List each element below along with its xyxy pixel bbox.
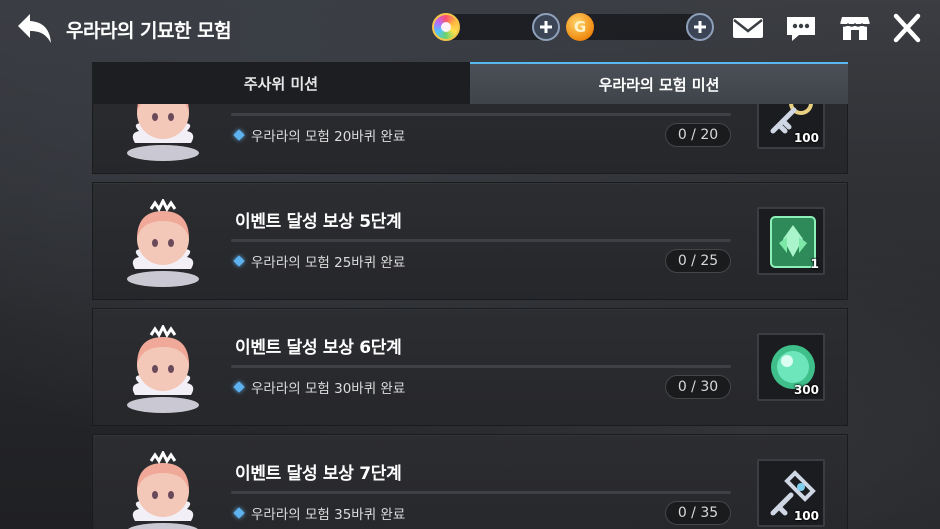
shop-icon[interactable] — [838, 12, 872, 44]
mission-progress: 0 / 20 — [665, 123, 731, 147]
page-title: 우라라의 기묘한 모험 — [66, 20, 232, 42]
mail-icon[interactable] — [731, 12, 765, 44]
mission-progress: 0 / 35 — [665, 501, 731, 525]
mission-task-label: 우라라의 모험 25바퀴 완료 — [251, 255, 406, 271]
back-arrow-icon[interactable] — [16, 10, 54, 46]
close-icon[interactable] — [890, 12, 924, 44]
add-gem-button[interactable] — [532, 13, 560, 41]
add-gold-button[interactable] — [686, 13, 714, 41]
mission-card: 이벤트 달성 보상 7단계 우라라의 모험 35바퀴 완료 0 / 35 100 — [92, 434, 848, 529]
mission-card: 우라라의 모험 20바퀴 완료 0 / 20 100 — [92, 104, 848, 174]
bullet-diamond-icon — [233, 255, 245, 267]
mission-task: 우라라의 모험 35바퀴 완료 — [233, 503, 406, 523]
divider — [231, 365, 731, 368]
reward-slot[interactable]: 100 — [757, 459, 825, 527]
reward-count: 1 — [810, 257, 819, 271]
mission-task: 우라라의 모험 30바퀴 완료 — [233, 377, 406, 397]
tab-dice-mission[interactable]: 주사위 미션 — [92, 62, 470, 104]
reward-count: 100 — [793, 509, 819, 523]
mission-list[interactable]: 우라라의 모험 20바퀴 완료 0 / 20 100 이벤트 달성 보상 5단계 — [92, 104, 848, 529]
reward-slot[interactable]: 300 — [757, 333, 825, 401]
mission-tabs: 주사위 미션 우라라의 모험 미션 — [92, 62, 848, 104]
divider — [231, 113, 731, 116]
bullet-diamond-icon — [233, 507, 245, 519]
reward-slot[interactable]: 100 — [757, 104, 825, 149]
mission-task-label: 우라라의 모험 20바퀴 완료 — [251, 129, 406, 145]
divider — [231, 239, 731, 242]
character-avatar-icon — [121, 104, 205, 163]
gold-coin-icon: G — [566, 13, 594, 41]
rainbow-gem-icon — [432, 13, 460, 41]
mission-title: 이벤트 달성 보상 5단계 — [235, 212, 402, 232]
divider — [231, 491, 731, 494]
mission-task: 우라라의 모험 20바퀴 완료 — [233, 125, 406, 145]
mission-title: 이벤트 달성 보상 6단계 — [235, 338, 402, 358]
mission-task-label: 우라라의 모험 30바퀴 완료 — [251, 381, 406, 397]
mission-progress: 0 / 30 — [665, 375, 731, 399]
bullet-diamond-icon — [233, 381, 245, 393]
mission-task-label: 우라라의 모험 35바퀴 완료 — [251, 507, 406, 523]
mission-card: 이벤트 달성 보상 5단계 우라라의 모험 25바퀴 완료 0 / 25 1 — [92, 182, 848, 300]
reward-count: 300 — [793, 383, 819, 397]
reward-slot[interactable]: 1 — [757, 207, 825, 275]
character-avatar-icon — [121, 449, 205, 529]
bullet-diamond-icon — [233, 129, 245, 141]
top-bar: 우라라의 기묘한 모험 G — [0, 0, 940, 56]
character-avatar-icon — [121, 197, 205, 289]
mission-card: 이벤트 달성 보상 6단계 우라라의 모험 30바퀴 완료 0 / 30 300 — [92, 308, 848, 426]
mission-progress: 0 / 25 — [665, 249, 731, 273]
mission-title: 이벤트 달성 보상 7단계 — [235, 464, 402, 484]
mission-task: 우라라의 모험 25바퀴 완료 — [233, 251, 406, 271]
tab-adventure-mission[interactable]: 우라라의 모험 미션 — [470, 62, 848, 104]
character-avatar-icon — [121, 323, 205, 415]
chat-icon[interactable] — [784, 12, 818, 44]
reward-count: 100 — [793, 131, 819, 145]
